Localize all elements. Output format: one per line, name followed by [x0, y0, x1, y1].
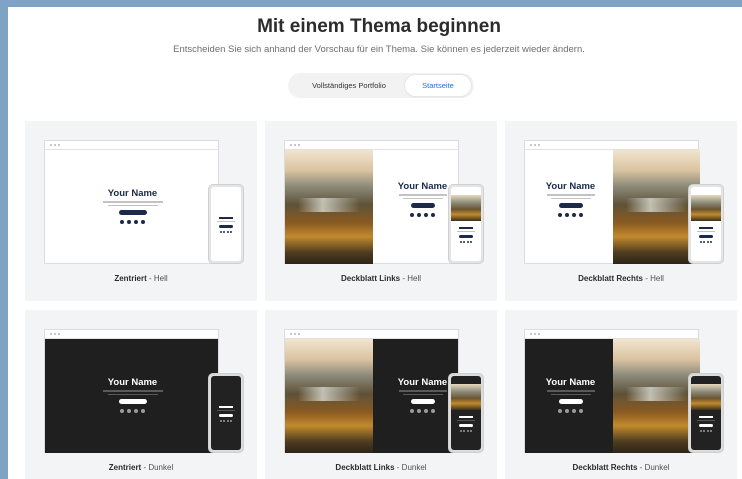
toggle-full-portfolio[interactable]: Vollständiges Portfolio	[294, 75, 404, 96]
cover-photo	[285, 339, 373, 453]
theme-card-cover-left-dark[interactable]: Your Name Deckblatt Links - Dunkel	[265, 310, 497, 479]
desktop-preview: Your Name	[524, 329, 700, 453]
theme-label: Zentriert - Dunkel	[108, 463, 174, 472]
theme-label: Deckblatt Rechts - Dunkel	[572, 463, 670, 472]
cover-photo	[613, 339, 700, 453]
theme-card-cover-right-light[interactable]: Your Name Deckblatt Rechts - Hell	[505, 121, 737, 301]
browser-bar	[525, 141, 698, 150]
browser-bar	[45, 141, 218, 150]
theme-label: Deckblatt Links - Dunkel	[335, 463, 427, 472]
mobile-preview	[208, 184, 244, 264]
preview-content: Your Name	[45, 339, 218, 453]
toggle-homepage[interactable]: Startseite	[405, 75, 471, 96]
theme-label: Zentriert - Hell	[114, 274, 168, 283]
mobile-preview	[448, 184, 484, 264]
preview-name: Your Name	[545, 181, 596, 192]
theme-label: Deckblatt Rechts - Hell	[578, 274, 664, 283]
page-subtitle: Entscheiden Sie sich anhand der Vorschau…	[173, 44, 585, 55]
desktop-preview: Your Name	[284, 329, 459, 453]
theme-card-cover-left-light[interactable]: Your Name Deckblatt Links - Hell	[265, 121, 497, 301]
cover-photo	[285, 150, 373, 264]
preview-content: Your Name	[45, 150, 218, 264]
mobile-preview	[448, 373, 484, 453]
theme-picker-window: Mit einem Thema beginnen Entscheiden Sie…	[8, 7, 742, 479]
preview-content: Your Name	[285, 339, 458, 453]
preview-name: Your Name	[107, 377, 158, 388]
preview-hero: Your Name	[85, 377, 180, 413]
theme-card-cover-right-dark[interactable]: Your Name Deckblatt Rechts - Dunkel	[505, 310, 737, 479]
preview-name: Your Name	[545, 377, 596, 388]
browser-bar	[285, 141, 458, 150]
preview-name: Your Name	[107, 188, 158, 199]
mobile-preview	[208, 373, 244, 453]
desktop-preview: Your Name	[524, 140, 700, 264]
preview-hero: Your Name	[85, 188, 180, 224]
desktop-preview: Your Name	[284, 140, 459, 264]
mobile-preview	[688, 373, 724, 453]
theme-card-centered-light[interactable]: Your Name Zentriert - Hell	[25, 121, 257, 301]
theme-card-centered-dark[interactable]: Your Name Zentriert - Dunkel	[25, 310, 257, 479]
preview-hero: Your Name	[533, 181, 608, 217]
browser-bar	[285, 330, 458, 339]
desktop-preview: Your Name	[44, 140, 219, 264]
browser-bar	[525, 330, 698, 339]
preview-content: Your Name	[525, 150, 700, 264]
cover-photo	[613, 150, 700, 264]
theme-label: Deckblatt Links - Hell	[340, 274, 422, 283]
page-title: Mit einem Thema beginnen	[257, 16, 501, 37]
browser-bar	[45, 330, 218, 339]
preview-content: Your Name	[525, 339, 700, 453]
view-toggle: Vollständiges Portfolio Startseite	[288, 73, 474, 98]
mobile-preview	[688, 184, 724, 264]
preview-content: Your Name	[285, 150, 458, 264]
preview-hero: Your Name	[533, 377, 608, 413]
desktop-preview: Your Name	[44, 329, 219, 453]
